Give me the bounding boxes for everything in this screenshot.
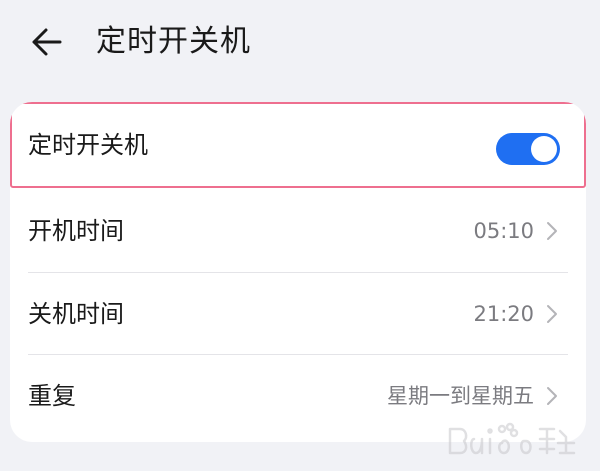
repeat-label: 重复	[28, 382, 76, 410]
chevron-right-icon	[547, 387, 557, 405]
power-off-time-value: 21:20	[473, 302, 534, 326]
baidu-jingyan-watermark-icon	[444, 419, 584, 463]
power-on-time-label: 开机时间	[28, 217, 124, 245]
chevron-right-icon	[547, 222, 557, 240]
power-on-time-row[interactable]: 开机时间 05:10	[10, 190, 586, 272]
settings-card: 定时开关机 开机时间 05:10 关机时间 21:20 重复 星期一到星期五	[10, 102, 586, 442]
back-button[interactable]	[26, 22, 70, 62]
power-on-time-value: 05:10	[473, 219, 534, 243]
arrow-left-icon	[32, 28, 62, 56]
app-header: 定时开关机	[0, 0, 600, 84]
power-off-time-row[interactable]: 关机时间 21:20	[10, 273, 586, 355]
page-title: 定时开关机	[96, 24, 251, 59]
chevron-right-icon	[547, 305, 557, 323]
power-off-time-label: 关机时间	[28, 300, 124, 328]
highlight-box	[10, 102, 586, 188]
